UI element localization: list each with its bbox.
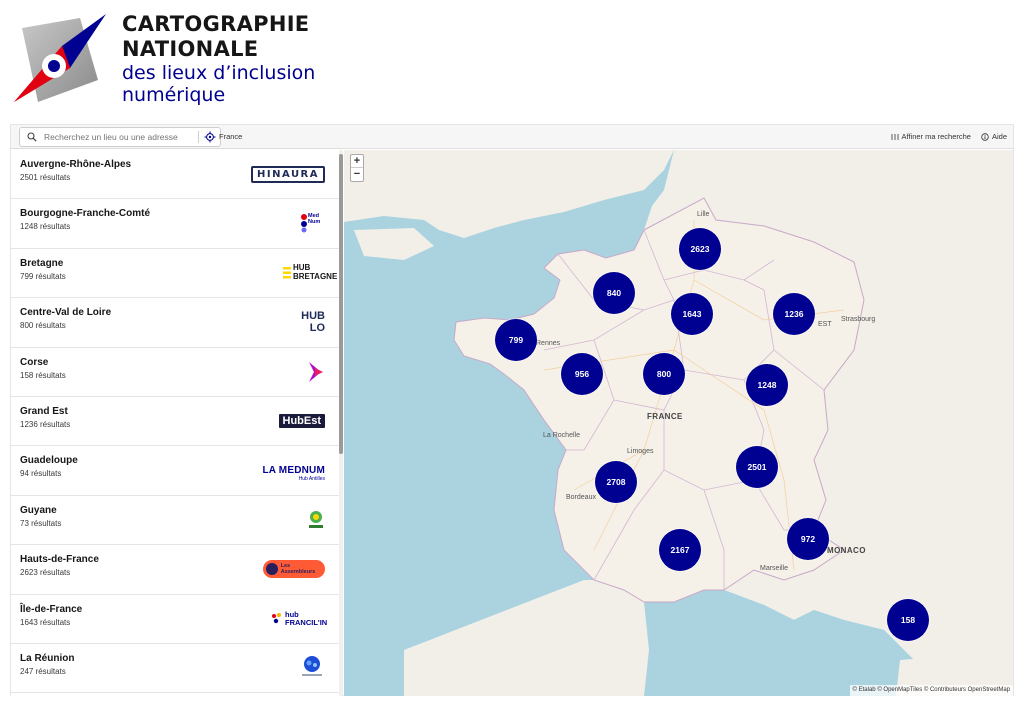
app-frame: France Affiner ma recherche Aide bbox=[10, 124, 1014, 696]
toolbar-actions: Affiner ma recherche Aide bbox=[891, 132, 1007, 141]
cluster-marker[interactable]: 1643 bbox=[671, 293, 713, 335]
search-input[interactable] bbox=[44, 130, 194, 144]
title-line-2: NATIONALE bbox=[122, 37, 259, 61]
list-item[interactable]: Guadeloupe 94 résultats LA MEDNUM Hub An… bbox=[11, 446, 339, 496]
region-name: Bourgogne-Franche-Comté bbox=[20, 208, 150, 220]
map-label-rennes: Rennes bbox=[536, 340, 561, 347]
refine-search-label: Affiner ma recherche bbox=[901, 132, 971, 141]
region-name: La Réunion bbox=[20, 652, 75, 664]
list-item[interactable]: Auvergne-Rhône-Alpes 2501 résultats HINA… bbox=[11, 150, 339, 200]
title-line-1: CARTOGRAPHIE bbox=[122, 12, 310, 36]
list-item[interactable]: Île-de-France 1643 résultats hub FRANCIL… bbox=[11, 595, 339, 644]
help-label: Aide bbox=[991, 132, 1007, 141]
cluster-marker[interactable]: 800 bbox=[643, 353, 685, 395]
list-item[interactable]: La Réunion 247 résultats bbox=[11, 644, 339, 694]
site-header: CARTOGRAPHIE NATIONALE des lieux d’inclu… bbox=[0, 0, 1024, 122]
mednum-bfc-logo: Med Num bbox=[299, 209, 325, 235]
list-item[interactable]: Corse 158 résultats bbox=[11, 348, 339, 397]
list-item[interactable]: Guyane 73 résultats bbox=[11, 496, 339, 546]
map-view[interactable]: + − Lille Rennes Strasbourg EST FRANCE L… bbox=[344, 150, 1013, 696]
refine-search-button[interactable]: Affiner ma recherche bbox=[891, 132, 971, 141]
la-mednum-logo: LA MEDNUM Hub Antilles bbox=[262, 465, 325, 483]
region-name: Guyane bbox=[20, 504, 57, 516]
region-name: Centre-Val de Loire bbox=[20, 307, 112, 319]
region-count: 247 résultats bbox=[20, 666, 66, 676]
search-box bbox=[19, 127, 221, 147]
map-label-lille: Lille bbox=[697, 211, 710, 218]
map-attribution[interactable]: © Etalab © OpenMapTiles © Contributeurs … bbox=[849, 685, 1013, 696]
cluster-marker[interactable]: 158 bbox=[887, 599, 929, 641]
list-item[interactable]: Bretagne 799 résultats HUB BRETAGNE bbox=[11, 249, 339, 299]
list-item[interactable]: Centre-Val de Loire 800 résultats HUB LO bbox=[11, 298, 339, 348]
sidebar-scrollbar[interactable] bbox=[339, 150, 343, 696]
francilin-logo-icon bbox=[272, 612, 281, 623]
list-item[interactable]: Grand Est 1236 résultats HubEst bbox=[11, 397, 339, 447]
map-label-monaco: MONACO bbox=[827, 546, 866, 555]
francilin-logo: hub FRANCIL'IN bbox=[271, 607, 327, 631]
guyane-logo-icon bbox=[309, 510, 323, 528]
map-label-la-rochelle: La Rochelle bbox=[543, 432, 580, 439]
map-label-limoges: Limoges bbox=[627, 448, 654, 455]
guyane-logo bbox=[307, 508, 325, 532]
filter-icon bbox=[891, 133, 898, 140]
map-label-strasbourg: Strasbourg bbox=[841, 316, 876, 323]
cluster-marker[interactable]: 2708 bbox=[595, 461, 637, 503]
cluster-marker[interactable]: 2623 bbox=[679, 228, 721, 270]
corse-logo bbox=[307, 360, 325, 384]
brand-title: CARTOGRAPHIE NATIONALE des lieux d’inclu… bbox=[122, 12, 315, 106]
les-assembleurs-logo: Les Assembleurs bbox=[263, 559, 325, 579]
region-count: 800 résultats bbox=[20, 321, 66, 331]
reunion-logo-icon bbox=[302, 655, 322, 676]
cluster-marker[interactable]: 1248 bbox=[746, 364, 788, 406]
map-label-france: FRANCE bbox=[647, 412, 683, 421]
zoom-control: + − bbox=[350, 154, 364, 182]
subtitle-line-1: des lieux d’inclusion bbox=[122, 62, 316, 84]
cluster-marker[interactable]: 972 bbox=[787, 518, 829, 560]
help-button[interactable]: Aide bbox=[981, 132, 1007, 141]
cluster-marker[interactable]: 1236 bbox=[773, 293, 815, 335]
hub-bretagne-logo: HUB BRETAGNE bbox=[283, 261, 337, 285]
subtitle-line-2: numérique bbox=[122, 84, 226, 106]
zoom-in-button[interactable]: + bbox=[351, 155, 363, 168]
region-count: 73 résultats bbox=[20, 518, 62, 528]
cluster-marker[interactable]: 799 bbox=[495, 319, 537, 361]
region-list: Auvergne-Rhône-Alpes 2501 résultats HINA… bbox=[11, 150, 339, 696]
map-label-est: EST bbox=[818, 321, 832, 328]
list-item[interactable]: Bourgogne-Franche-Comté 1248 résultats M… bbox=[11, 199, 339, 249]
map-label-bordeaux: Bordeaux bbox=[566, 494, 596, 501]
cluster-marker[interactable]: 840 bbox=[593, 272, 635, 314]
region-name: Corse bbox=[20, 356, 49, 368]
cluster-marker[interactable]: 956 bbox=[561, 353, 603, 395]
cluster-marker[interactable]: 2167 bbox=[659, 529, 701, 571]
hinaura-logo: HINAURA bbox=[251, 164, 325, 184]
reunion-logo bbox=[299, 654, 325, 680]
geolocate-icon[interactable] bbox=[204, 131, 216, 143]
hub-lo-logo: HUB LO bbox=[301, 310, 325, 335]
compass-logo-icon[interactable] bbox=[10, 10, 110, 110]
cluster-marker[interactable]: 2501 bbox=[736, 446, 778, 488]
list-item[interactable]: Hauts-de-France 2623 résultats Les Assem… bbox=[11, 545, 339, 595]
search-icon[interactable] bbox=[27, 132, 37, 142]
info-icon bbox=[981, 132, 989, 141]
zoom-out-button[interactable]: − bbox=[351, 168, 363, 181]
search-divider bbox=[198, 131, 199, 143]
breadcrumb[interactable]: France bbox=[219, 132, 242, 141]
hubest-logo: HubEst bbox=[278, 411, 325, 431]
map-label-marseille: Marseille bbox=[760, 565, 789, 572]
corse-logo-icon bbox=[309, 361, 323, 382]
region-count: 158 résultats bbox=[20, 370, 66, 380]
region-count: 1248 résultats bbox=[20, 222, 71, 232]
scrollbar-thumb[interactable] bbox=[339, 154, 343, 454]
toolbar: France Affiner ma recherche Aide bbox=[11, 125, 1013, 149]
bars-logo-icon bbox=[283, 266, 291, 279]
